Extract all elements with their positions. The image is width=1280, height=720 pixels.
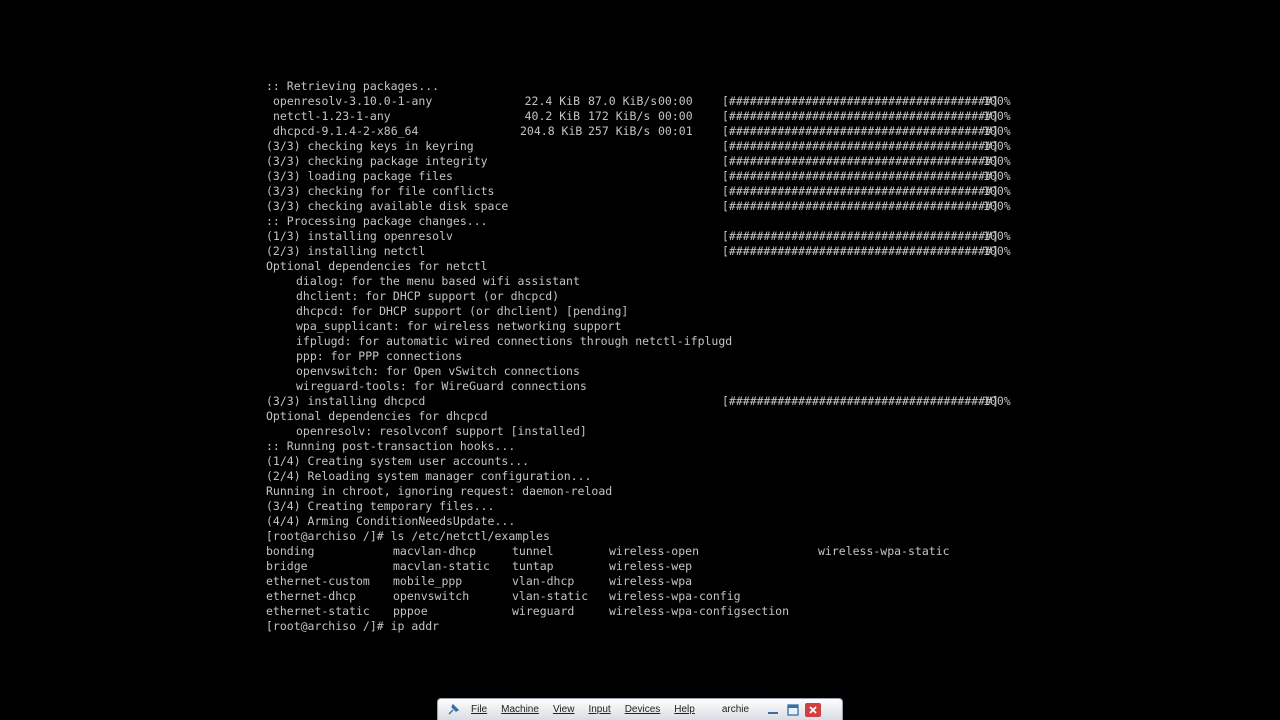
console-line: Optional dependencies for dhcpcd [266,409,488,423]
ls-row: ethernet-static pppoe wireguard wireless… [266,604,790,618]
download-time: 00:00 [658,109,693,123]
progress-bar: [######################################] [722,124,999,138]
check-row: (3/3) checking package integrity [#######… [266,154,1011,168]
package-name: dhcpcd-9.1.4-2-x86_64 [273,124,419,138]
install-row: (1/3) installing openresolv [############… [266,229,1011,243]
progress-bar: [######################################] [722,109,999,123]
progress-bar: [######################################] [722,199,999,213]
package-name: openresolv-3.10.0-1-any [273,94,433,108]
hook-line: (3/4) Creating temporary files... [266,499,495,513]
progress-percent: 100% [983,184,1011,198]
package-size: 22.4 KiB [524,94,580,108]
menu-file[interactable]: File [471,704,487,715]
progress-percent: 100% [983,394,1011,408]
optdep-line: dhcpcd: for DHCP support (or dhclient) [… [296,304,629,318]
download-rate: 257 KiB/s [588,124,651,138]
download-rate: 172 KiB/s [588,109,651,123]
progress-bar: [######################################] [722,94,999,108]
console-line: :: Running post-transaction hooks... [266,439,516,453]
progress-percent: 100% [983,244,1011,258]
shell-prompt: [root@archiso /]# ls /etc/netctl/example… [266,529,550,543]
check-row: (3/3) checking available disk space [####… [266,199,1011,213]
progress-percent: 100% [983,94,1011,108]
menu-input[interactable]: Input [588,704,610,715]
hook-line: (2/4) Reloading system manager configura… [266,469,592,483]
download-row: netctl-1.23-1-any 40.2 KiB 172 KiB/s 00:… [266,109,1026,124]
menu-devices[interactable]: Devices [625,704,661,715]
progress-percent: 100% [983,199,1011,213]
console-line: :: Retrieving packages... [266,79,440,93]
close-icon[interactable] [805,702,822,717]
check-row: (3/3) checking for file conflicts [######… [266,184,1011,198]
progress-percent: 100% [983,139,1011,153]
optdep-line: openresolv: resolvconf support [installe… [296,424,587,438]
terminal-console[interactable]: :: Retrieving packages... openresolv-3.1… [266,79,1026,639]
progress-percent: 100% [983,124,1011,138]
optdep-line: ppp: for PPP connections [296,349,463,363]
ls-row: ethernet-dhcp openvswitch vlan-static wi… [266,589,741,603]
package-size: 204.8 KiB [520,124,583,138]
console-line: :: Processing package changes... [266,214,488,228]
console-line: Optional dependencies for netctl [266,259,488,273]
menu-view[interactable]: View [553,704,575,715]
restore-icon[interactable] [785,703,801,717]
optdep-line: dialog: for the menu based wifi assistan… [296,274,580,288]
install-row: (3/3) installing dhcpcd [################… [266,394,1011,408]
check-row: (3/3) loading package files [############… [266,169,1011,183]
hook-line: Running in chroot, ignoring request: dae… [266,484,613,498]
ls-row: bonding macvlan-dhcp tunnel wireless-ope… [266,544,950,558]
progress-bar: [######################################] [722,139,999,153]
progress-bar: [######################################] [722,154,999,168]
optdep-line: openvswitch: for Open vSwitch connection… [296,364,580,378]
progress-bar: [######################################] [722,169,999,183]
menu-help[interactable]: Help [674,704,695,715]
vm-screen[interactable]: :: Retrieving packages... openresolv-3.1… [0,0,1280,720]
download-rate: 87.0 KiB/s [588,94,658,108]
hook-line: (1/4) Creating system user accounts... [266,454,530,468]
install-row: (2/3) installing netctl [################… [266,244,1011,258]
progress-bar: [######################################] [722,184,999,198]
download-time: 00:00 [658,94,693,108]
pin-icon[interactable] [445,702,461,718]
download-row: dhcpcd-9.1.4-2-x86_64 204.8 KiB 257 KiB/… [266,124,1026,139]
progress-bar: [######################################] [722,244,999,258]
minimize-icon[interactable] [765,703,781,717]
package-name: netctl-1.23-1-any [273,109,391,123]
menu-machine[interactable]: Machine [501,704,539,715]
optdep-line: wpa_supplicant: for wireless networking … [296,319,622,333]
progress-percent: 100% [983,169,1011,183]
hook-line: (4/4) Arming ConditionNeedsUpdate... [266,514,516,528]
progress-percent: 100% [983,154,1011,168]
optdep-line: dhclient: for DHCP support (or dhcpcd) [296,289,560,303]
ls-row: ethernet-custom mobile_ppp vlan-dhcp wir… [266,574,693,588]
progress-percent: 100% [983,229,1011,243]
progress-bar: [######################################] [722,394,999,408]
progress-bar: [######################################] [722,229,999,243]
ls-row: bridge macvlan-static tuntap wireless-we… [266,559,693,573]
optdep-line: ifplugd: for automatic wired connections… [296,334,733,348]
shell-prompt-current[interactable]: [root@archiso /]# ip addr [266,619,1026,634]
optdep-line: wireguard-tools: for WireGuard connectio… [296,379,587,393]
download-row: openresolv-3.10.0-1-any 22.4 KiB 87.0 Ki… [266,94,1026,109]
vm-title: archie [721,704,750,715]
download-time: 00:01 [658,124,693,138]
vm-mini-toolbar[interactable]: File Machine View Input Devices Help arc… [437,698,843,720]
package-size: 40.2 KiB [524,109,580,123]
progress-percent: 100% [983,109,1011,123]
check-row: (3/3) checking keys in keyring [#########… [266,139,1011,153]
